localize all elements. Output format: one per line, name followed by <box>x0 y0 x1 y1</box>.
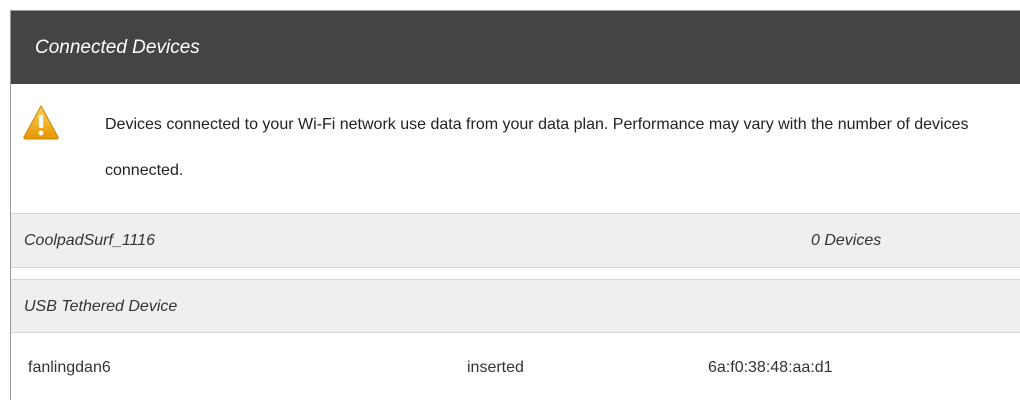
device-status: inserted <box>467 359 524 376</box>
usb-group-name: USB Tethered Device <box>24 298 178 315</box>
panel-header: Connected Devices <box>11 11 1020 84</box>
device-name: fanlingdan6 <box>28 359 111 376</box>
device-row[interactable]: fanlingdan6 inserted 6a:f0:38:48:aa:d1 <box>11 333 1020 403</box>
section-divider <box>11 268 1020 280</box>
warning-icon <box>23 104 59 140</box>
notice-text: Devices connected to your Wi-Fi network … <box>105 116 969 179</box>
wifi-network-row[interactable]: CoolpadSurf_1116 0 Devices <box>11 214 1020 268</box>
connected-devices-panel: Connected Devices Devices connected to y… <box>10 10 1020 400</box>
device-count: 0 Devices <box>811 232 882 249</box>
data-usage-notice: Devices connected to your Wi-Fi network … <box>11 84 1020 214</box>
device-mac-address: 6a:f0:38:48:aa:d1 <box>708 359 833 376</box>
network-name: CoolpadSurf_1116 <box>24 232 156 249</box>
usb-tethered-row[interactable]: USB Tethered Device <box>11 280 1020 333</box>
panel-title: Connected Devices <box>35 36 200 58</box>
